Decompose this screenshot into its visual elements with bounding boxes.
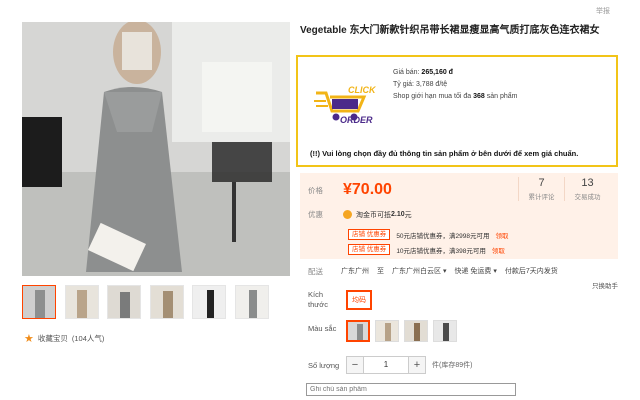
claim-coupon-link[interactable]: 领取: [492, 245, 505, 255]
exchange-rate-value: 3,788 đ/tệ: [415, 81, 448, 88]
price-label: 价格: [308, 185, 323, 195]
price-panel: 价格 ¥70.00 7 累计评论 13 交易成功 优惠 淘金币可抵 2.10 元…: [300, 173, 618, 259]
size-label-line1: Kích: [308, 290, 324, 299]
exchange-rate-line: Tỷ giá: 3,788 đ/tệ: [393, 79, 518, 91]
coin-amount: 2.10: [391, 211, 405, 218]
product-photo: [22, 22, 290, 276]
ship-method-value: 快递 免运费: [454, 268, 492, 275]
shipping-label: 配送: [308, 267, 323, 276]
ship-to-word: 至: [377, 268, 384, 275]
coupon-row: 店铺 优惠券 10元店铺优惠券，满398元可用 领取: [348, 244, 505, 255]
ship-to-select[interactable]: 广东广州白云区 ▾: [392, 266, 446, 277]
color-options: [346, 320, 457, 342]
vnd-price-value: 265,160 đ: [421, 69, 453, 76]
dropdown-caret-icon: ▾: [493, 268, 497, 275]
order-info-text: Giá bán: 265,160 đ Tỷ giá: 3,788 đ/tệ Sh…: [393, 67, 518, 103]
sales-stat: 13 交易成功: [564, 177, 610, 201]
order-info-box: CLICK ORDER Giá bán: 265,160 đ Tỷ giá: 3…: [296, 55, 618, 167]
favorite-button[interactable]: ★ 收藏宝贝 (104人气): [24, 332, 104, 345]
purchase-limit-prefix: Shop giới hạn mua tối đa: [393, 93, 472, 100]
color-label: Màu sắc: [308, 324, 337, 333]
product-title: Vegetable 东大门新款针织吊带长裙显瘦显高气质打底灰色连衣裙女: [300, 25, 600, 36]
favorite-label: 收藏宝贝: [37, 334, 68, 343]
coin-text-suffix: 元: [404, 211, 412, 219]
coupon-text: 10元店铺优惠券，满398元可用: [396, 247, 486, 255]
color-swatch[interactable]: [346, 320, 370, 342]
product-note-input[interactable]: [306, 383, 516, 396]
sales-label: 交易成功: [574, 194, 601, 201]
thumbnail-strip: [22, 285, 277, 319]
coin-text-prefix: 淘金币可抵: [356, 211, 391, 219]
purchase-limit-line: Shop giới hạn mua tối đa 368 sản phẩm: [393, 91, 518, 103]
logo-text-click: CLICK: [348, 85, 377, 95]
quantity-input[interactable]: 1: [364, 356, 408, 374]
claim-coupon-link[interactable]: 领取: [496, 230, 509, 240]
click-order-logo: CLICK ORDER: [312, 79, 388, 125]
cart-logo-icon: CLICK ORDER: [314, 85, 377, 125]
size-label: Kích thước: [308, 290, 328, 310]
color-swatch[interactable]: [375, 320, 399, 342]
thumbnail-5[interactable]: [192, 285, 226, 319]
ship-to-value: 广东广州白云区: [392, 268, 441, 275]
quantity-label: Số lượng: [308, 361, 340, 370]
dropdown-caret-icon: ▾: [442, 268, 447, 275]
vnd-price-label: Giá bán:: [393, 69, 420, 76]
report-link[interactable]: 举报: [596, 6, 610, 16]
favorite-count: (104人气): [71, 334, 105, 343]
coupon-row: 店铺 优惠券 50元店铺优惠券，满2998元可用 领取: [348, 229, 509, 240]
sales-count: 13: [581, 177, 594, 189]
selection-notice: (!!) Vui lòng chọn đầy đủ thông tin sản …: [310, 149, 579, 158]
stock-text: 件(库存89件): [432, 362, 473, 369]
size-label-line2: thước: [308, 300, 328, 309]
thumbnail-4[interactable]: [149, 285, 184, 319]
ship-method-select[interactable]: 快递 免运费 ▾: [454, 266, 496, 277]
ship-time: 付款后7天内发货: [504, 268, 558, 275]
reviews-label: 累计评论: [528, 194, 555, 201]
main-product-image[interactable]: [22, 22, 290, 276]
thumbnail-3[interactable]: [107, 285, 141, 319]
ship-from: 广东广州: [341, 268, 369, 275]
color-swatch[interactable]: [433, 320, 457, 342]
coupon-text: 50元店铺优惠券，满2998元可用: [396, 232, 490, 240]
thumbnail-1[interactable]: [22, 285, 56, 319]
thumbnail-6[interactable]: [234, 285, 269, 319]
purchase-limit-number: 368: [473, 93, 485, 100]
promo-label: 优惠: [308, 210, 323, 219]
shipping-row: 配送 广东广州 至 广东广州白云区 ▾ 快递 免运费 ▾ 付款后7天内发货: [308, 266, 558, 277]
price-value: ¥70.00: [343, 181, 392, 198]
insurance-link[interactable]: 只换助手: [592, 280, 618, 290]
purchase-limit-suffix: sản phẩm: [486, 93, 518, 100]
thumbnail-2[interactable]: [64, 285, 99, 319]
color-swatch[interactable]: [404, 320, 428, 342]
reviews-stat[interactable]: 7 累计评论: [518, 177, 564, 201]
exchange-rate-label: Tỷ giá:: [393, 81, 415, 88]
decrease-quantity-button[interactable]: −: [346, 356, 364, 374]
increase-quantity-button[interactable]: +: [408, 356, 426, 374]
size-option[interactable]: 均码: [346, 290, 372, 310]
vnd-price-line: Giá bán: 265,160 đ: [393, 67, 518, 79]
coupon-tag: 店铺 优惠券: [348, 229, 391, 240]
star-icon: ★: [24, 333, 34, 345]
logo-text-order: ORDER: [340, 115, 373, 125]
coin-icon: [343, 210, 352, 219]
quantity-stepper: − 1 + 件(库存89件): [346, 356, 472, 374]
reviews-count: 7: [538, 177, 545, 189]
coupon-tag: 店铺 优惠券: [348, 244, 391, 255]
